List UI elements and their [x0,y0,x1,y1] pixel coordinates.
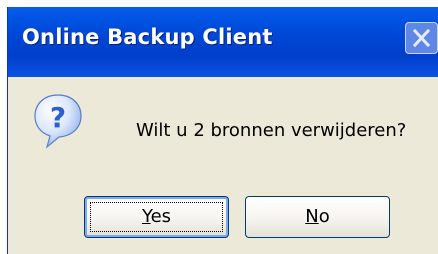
close-icon [412,28,431,48]
question-icon: ? [34,94,82,149]
no-button-label: o [318,206,330,227]
yes-button-label: es [150,206,172,227]
screenshot: Online Backup Client ? Wilt u 2 bronnen … [0,0,438,254]
no-button-mnemonic: N [305,206,319,227]
yes-button[interactable]: Yes [84,196,229,238]
message-dialog: Online Backup Client ? Wilt u 2 bronnen … [7,7,438,254]
no-button[interactable]: No [245,196,390,238]
yes-button-mnemonic: Y [141,206,151,227]
svg-text:?: ? [50,101,66,134]
close-button[interactable] [405,22,438,54]
dialog-message: Wilt u 2 bronnen verwijderen? [136,120,407,141]
window-title: Online Backup Client [22,25,273,49]
title-bar[interactable]: Online Backup Client [8,7,438,77]
